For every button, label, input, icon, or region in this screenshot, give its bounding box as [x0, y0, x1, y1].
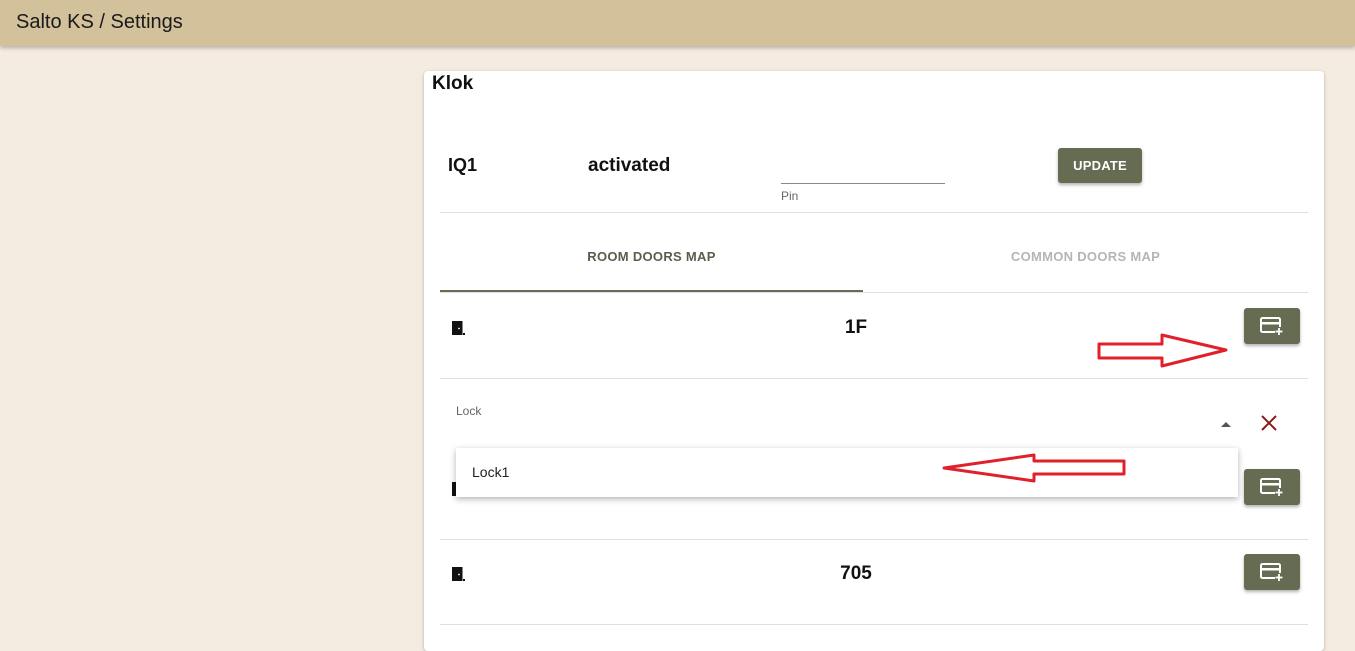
device-row: IQ1 activated Pin UPDATE: [440, 141, 1308, 213]
device-name: IQ1: [448, 155, 478, 175]
lock-dropdown-menu: Lock1: [456, 448, 1238, 497]
settings-card: Klok IQ1 activated Pin UPDATE ROOM DOORS…: [424, 71, 1324, 651]
pin-label: Pin: [781, 189, 799, 203]
tab-common-doors-map[interactable]: COMMON DOORS MAP: [863, 222, 1308, 290]
lock-label: Lock: [456, 404, 482, 418]
add-card-button[interactable]: [1244, 308, 1300, 344]
door-row-1f: 1F: [440, 293, 1308, 379]
lock-select[interactable]: [456, 421, 1238, 450]
add-card-icon: [1260, 563, 1283, 581]
app-title: Salto KS / Settings: [16, 11, 183, 33]
app-bar: Salto KS / Settings: [0, 0, 1355, 46]
card-title: Klok: [432, 73, 474, 94]
add-card-button[interactable]: [1244, 554, 1300, 590]
add-card-button[interactable]: [1244, 469, 1300, 505]
pin-input[interactable]: [781, 141, 945, 184]
add-card-icon: [1260, 317, 1283, 335]
device-status: activated: [588, 155, 671, 176]
lock-option[interactable]: Lock1: [472, 464, 509, 480]
add-card-icon: [1260, 478, 1283, 496]
tab-bar: ROOM DOORS MAP COMMON DOORS MAP: [440, 222, 1308, 293]
door-name: 1F: [844, 317, 868, 338]
caret-up-icon[interactable]: [1221, 422, 1231, 427]
update-button[interactable]: UPDATE: [1058, 148, 1142, 183]
tab-room-doors-map[interactable]: ROOM DOORS MAP: [440, 222, 863, 292]
door-name: 705: [840, 563, 872, 584]
close-icon[interactable]: [1256, 410, 1282, 436]
door-row-705: 705: [440, 539, 1308, 625]
